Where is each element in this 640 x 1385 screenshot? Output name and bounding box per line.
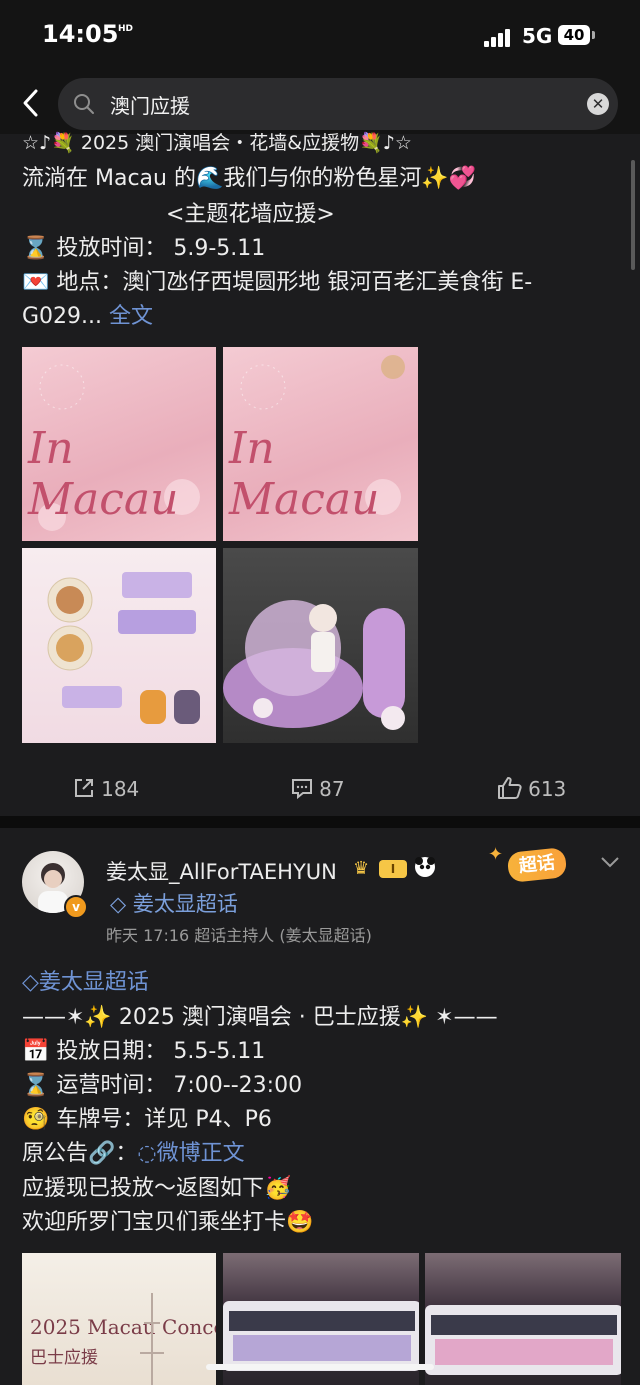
menu-card-illustration [47,572,200,724]
share-button[interactable]: 184 [72,776,139,801]
hd-icon: HD [118,24,134,34]
search-input[interactable]: 澳门应援 [110,90,190,119]
post2-image-1[interactable]: 2025 Macau Concert 巴士应援 [22,1253,216,1385]
post1-line-3: <主题花墙应援> [166,202,335,227]
username[interactable]: 姜太显_AllForTAEHYUN [106,856,337,886]
post1-line-4: ⌛ 投放时间： 5.9-5.11 [22,236,266,261]
thumbs-up-icon [498,777,522,799]
topic-tag[interactable]: ◇ 姜太显超话 [110,888,238,918]
post2-line-6: 应援现已投放～返图如下🥳 [22,1176,292,1201]
post2-line-5-text: 原公告🔗： [22,1141,138,1166]
weibo-icon: ◌ [137,1141,157,1166]
post2-line-4: 🧐 车牌号：详见 P4、P6 [22,1107,272,1132]
post1-image-2[interactable]: In Macau [223,347,418,541]
post2-image-3[interactable] [425,1253,621,1385]
topic-link[interactable]: ◇姜太显超话 [22,964,149,996]
topic-link-label: 姜太显超话 [38,970,149,995]
back-arrow-icon[interactable] [18,88,46,118]
sparkle-icon: ✦ [488,844,504,865]
panda-icon [415,857,435,877]
supertopic-badge[interactable]: 超话 [506,847,568,883]
comment-button[interactable]: 87 [290,776,345,801]
diamond-icon: ◇ [110,892,127,916]
in-macau-text: In Macau [229,423,380,525]
in-macau-text: In Macau [28,423,179,525]
search-icon [72,92,96,120]
bus-photo [425,1305,621,1375]
crown-icon: ♛ [353,858,370,879]
like-count: 613 [528,777,567,801]
share-icon [75,779,93,797]
post2-line-5: 原公告🔗：◌微博正文 [22,1135,245,1167]
comment-count: 87 [319,777,345,801]
post1-line-5: 💌 地点：澳门氹仔西堤圆形地 银河百老汇美食街 E- [22,270,533,295]
post2-line-3: ⌛ 运营时间： 7:00--23:00 [22,1073,303,1098]
like-button[interactable]: 613 [497,776,566,801]
tower-illustration [140,1293,164,1385]
post2-line-7: 欢迎所罗门宝贝们乘坐打卡🤩 [22,1210,314,1235]
post-meta: 昨天 17:16 超话主持人 (姜太显超话) [106,926,372,945]
weibo-link[interactable]: ◌微博正文 [137,1141,244,1166]
post1-image-4[interactable] [223,548,418,743]
post1-image-1[interactable]: In Macau [22,347,216,541]
scrollbar[interactable] [631,160,635,270]
comment-icon [292,779,312,800]
signal-icon [484,28,512,47]
battery-cap [592,31,595,39]
diamond-icon: ◇ [22,970,39,995]
share-count: 184 [101,777,140,801]
battery-icon: 40 [558,25,590,45]
bus-photo [223,1301,419,1371]
clear-search-icon[interactable]: ✕ [587,93,609,115]
chevron-down-icon[interactable] [600,854,620,873]
post1-line-6: G029... 全文 [22,298,153,330]
post1-line-2: 流淌在 Macau 的🌊我们与你的粉色星河✨💞 [22,166,477,191]
post1-line-6-text: G029... [22,304,103,329]
post2-line-2: 📅 投放日期： 5.5-5.11 [22,1039,266,1064]
verified-badge-icon: v [64,895,88,919]
full-text-link[interactable]: 全文 [109,304,153,329]
post1-line-1: ☆♪💐 2025 澳门演唱会・花墙&应援物💐♪☆ [22,132,412,154]
network-label: 5G [522,24,553,48]
level-badge: I [379,860,407,878]
bus-support-title: 巴士应援 [30,1348,98,1368]
post1-image-3[interactable] [22,548,216,743]
weibo-link-label: 微博正文 [156,1141,245,1166]
post-divider [0,816,640,828]
home-indicator [206,1364,434,1370]
flower-wall-photo [223,600,405,730]
post2-line-1: ——✶✨ 2025 澳门演唱会 · 巴士应援✨ ✶—— [22,1005,498,1030]
status-time: 14:05 [42,20,119,48]
macau-concert-title: 2025 Macau Concert [30,1315,216,1339]
topic-tag-label: 姜太显超话 [132,892,238,916]
